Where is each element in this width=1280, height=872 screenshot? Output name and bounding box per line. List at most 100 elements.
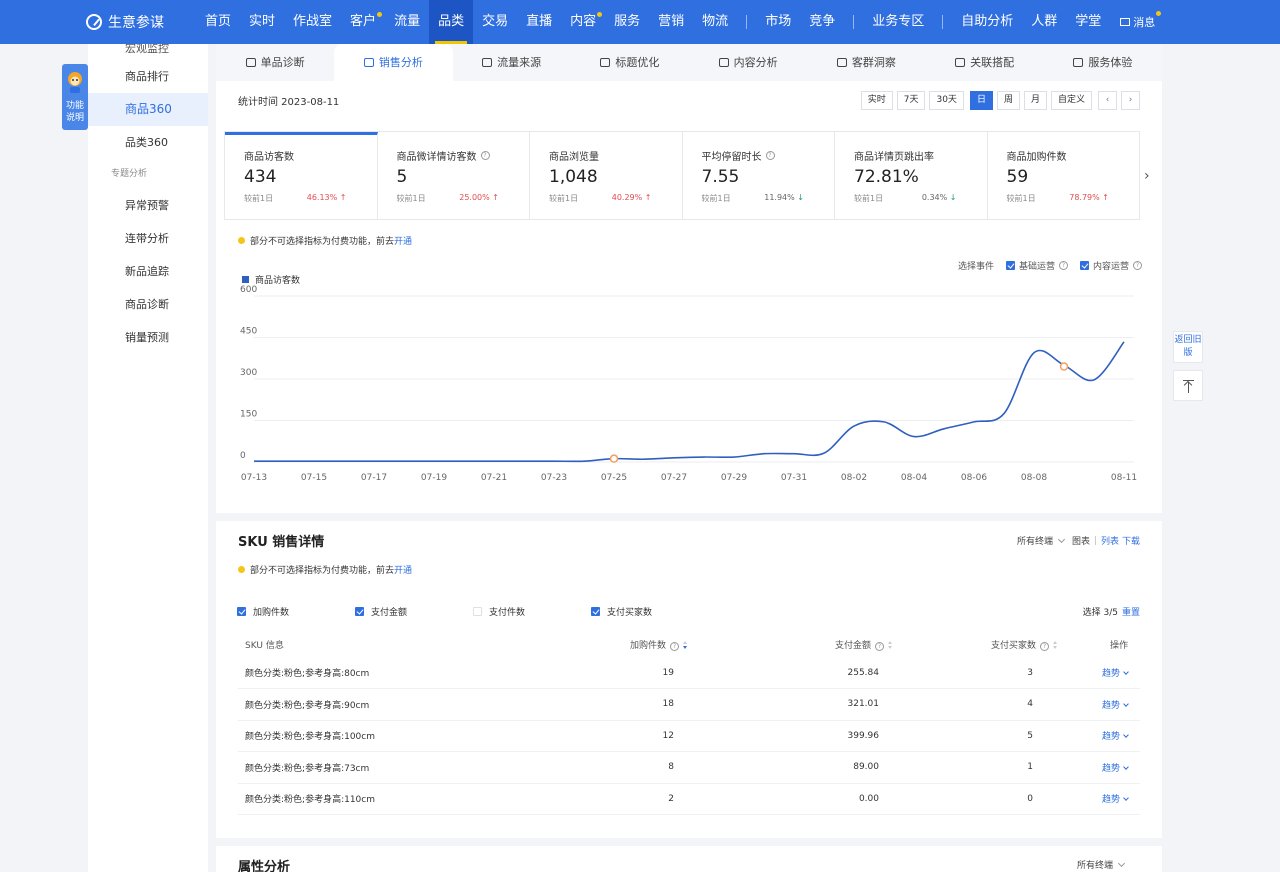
list-view-link[interactable]: 列表 [1101, 534, 1119, 547]
nav-item[interactable]: 服务 [605, 0, 649, 44]
range-button[interactable]: 周 [996, 90, 1020, 110]
nav-item[interactable]: 交易 [473, 0, 517, 44]
help-icon[interactable]: ? [765, 151, 775, 160]
checkbox-icon [355, 607, 364, 616]
metric-checkbox[interactable]: 加购件数 [237, 605, 355, 618]
chevron-right-icon[interactable]: › [1144, 168, 1150, 184]
sidebar-item[interactable]: 品类360 [88, 126, 208, 159]
range-button[interactable]: 实时 [860, 90, 893, 110]
brand[interactable]: 生意参谋 [86, 12, 196, 32]
metric-card[interactable]: 商品微详情访客数? 5 较前1日 25.00% ↑ [378, 132, 530, 219]
nav-item[interactable]: 流量 [385, 0, 429, 44]
x-tick-label: 08-06 [961, 473, 987, 483]
arrow-up-icon: ↑ [337, 193, 347, 202]
sku-amount: 321.01 [688, 688, 893, 721]
nav-item[interactable]: 直播 [517, 0, 561, 44]
nav-item[interactable]: 竞争 [800, 0, 844, 44]
chart-view-link[interactable]: 图表 [1072, 534, 1090, 547]
metric-card[interactable]: 商品浏览量 1,048 较前1日 40.29% ↑ [530, 132, 683, 219]
sidebar-item[interactable]: 商品诊断 [88, 288, 208, 321]
terminal-select[interactable]: 所有终端 [1017, 534, 1053, 547]
range-button[interactable]: 7天 [896, 90, 926, 110]
nav-item[interactable]: 物流 [693, 0, 737, 44]
col-buyers[interactable]: 支付买家数? [893, 631, 1058, 657]
x-tick-label: 08-02 [841, 473, 867, 483]
nav-item[interactable]: 作战室 [284, 0, 341, 44]
prev-date-button[interactable]: ‹ [1098, 90, 1117, 110]
select-count: 选择 3/5 重置 [1082, 608, 1140, 618]
sidebar-item[interactable]: 连带分析 [88, 222, 208, 255]
metric-card[interactable]: 商品访客数 434 较前1日 46.13% ↑ [225, 132, 378, 219]
sidebar-item-macro[interactable]: 宏观监控 [88, 44, 208, 60]
mascot-icon [68, 72, 82, 93]
col-cart[interactable]: 加购件数? [568, 631, 688, 657]
nav-item[interactable]: 业务专区 [863, 0, 933, 44]
next-date-button[interactable]: › [1121, 90, 1140, 110]
checkbox-label: 加购件数 [253, 608, 290, 618]
nav-item[interactable]: 首页 [196, 0, 240, 44]
tab-1[interactable]: 销售分析 [334, 44, 453, 81]
metric-card[interactable]: 平均停留时长? 7.55 较前1日 11.94% ↓ [683, 132, 835, 219]
tab-0[interactable]: 单品诊断 [216, 44, 334, 81]
help-icon[interactable]: ? [1058, 261, 1068, 270]
nav-item[interactable]: 营销 [649, 0, 693, 44]
nav-separator [942, 15, 944, 29]
sidebar-item[interactable]: 商品360 [88, 93, 208, 126]
tab-7[interactable]: 服务体验 [1044, 44, 1162, 81]
tab-5[interactable]: 客群洞察 [807, 44, 925, 81]
sidebar-item[interactable]: 销量预测 [88, 321, 208, 354]
attr-terminal-select[interactable]: 所有终端 [1077, 858, 1132, 871]
notice-dot-icon [238, 237, 245, 244]
trend-link[interactable]: 趋势 [1058, 720, 1140, 752]
nav-item[interactable]: 品类 [429, 0, 474, 44]
tab-2[interactable]: 流量来源 [453, 44, 571, 81]
range-button[interactable]: 月 [1023, 90, 1047, 110]
sidebar-item[interactable]: 新品追踪 [88, 255, 208, 288]
nav-item[interactable]: 市场 [756, 0, 800, 44]
x-tick-label: 08-04 [901, 473, 927, 483]
sidebar-item[interactable]: 异常预警 [88, 189, 208, 222]
tab-6[interactable]: 关联搭配 [926, 44, 1044, 81]
nav-item-label: 作战室 [293, 14, 333, 29]
metric-checkbox[interactable]: 支付件数 [473, 605, 591, 618]
reset-link[interactable]: 重置 [1122, 608, 1140, 618]
range-button[interactable]: 日 [969, 90, 993, 110]
metric-compare: 较前1日 40.29% ↑ [549, 193, 652, 204]
event-basic-checkbox[interactable] [1005, 261, 1015, 270]
nav-item[interactable]: 客户 [341, 0, 385, 44]
nav-item[interactable]: 自助分析 [952, 0, 1022, 44]
tab-4[interactable]: 内容分析 [689, 44, 807, 81]
event-content-checkbox[interactable] [1079, 261, 1089, 270]
sku-name: 颜色分类:粉色;参考身高:80cm [238, 657, 568, 689]
trend-link[interactable]: 趋势 [1058, 751, 1140, 784]
compare-label: 较前1日 [396, 194, 426, 203]
tab-3[interactable]: 标题优化 [571, 44, 689, 81]
trend-link[interactable]: 趋势 [1058, 688, 1140, 721]
func-description-tab[interactable]: 功能说明 [62, 64, 88, 130]
nav-item[interactable]: 学堂 [1066, 0, 1110, 44]
sidebar-item[interactable]: 商品排行 [88, 60, 208, 93]
metric-checkbox[interactable]: 支付金额 [355, 605, 473, 618]
download-link[interactable]: 下载 [1122, 534, 1140, 547]
range-button[interactable]: 自定义 [1050, 90, 1092, 110]
help-icon[interactable]: ? [1133, 261, 1142, 270]
back-old-version-button[interactable]: 返回旧版 [1173, 331, 1203, 363]
message-button[interactable]: 消息 [1120, 11, 1162, 30]
help-icon[interactable]: ? [480, 151, 490, 160]
nav-item[interactable]: 人群 [1022, 0, 1066, 44]
trend-link[interactable]: 趋势 [1058, 783, 1140, 815]
notice-open-link[interactable]: 开通 [394, 563, 412, 576]
metric-card[interactable]: 商品详情页跳出率 72.81% 较前1日 0.34% ↓ [835, 132, 988, 219]
nav-item[interactable]: 内容 [561, 0, 605, 44]
compare-label: 较前1日 [854, 194, 884, 203]
nav-item[interactable]: 实时 [240, 0, 284, 44]
range-button[interactable]: 30天 [929, 90, 964, 110]
trend-link[interactable]: 趋势 [1058, 657, 1140, 689]
notice-open-link[interactable]: 开通 [394, 234, 412, 247]
back-to-top-button[interactable] [1173, 370, 1203, 401]
metric-checkbox[interactable]: 支付买家数 [591, 605, 709, 618]
checkbox-icon [473, 607, 482, 616]
metric-card[interactable]: 商品加购件数 59 较前1日 78.79% ↑ [988, 132, 1140, 219]
col-amount[interactable]: 支付金额? [688, 631, 893, 657]
metric-checkboxes: 加购件数 支付金额 支付件数 支付买家数 选择 3/5 重置 [237, 605, 1140, 618]
